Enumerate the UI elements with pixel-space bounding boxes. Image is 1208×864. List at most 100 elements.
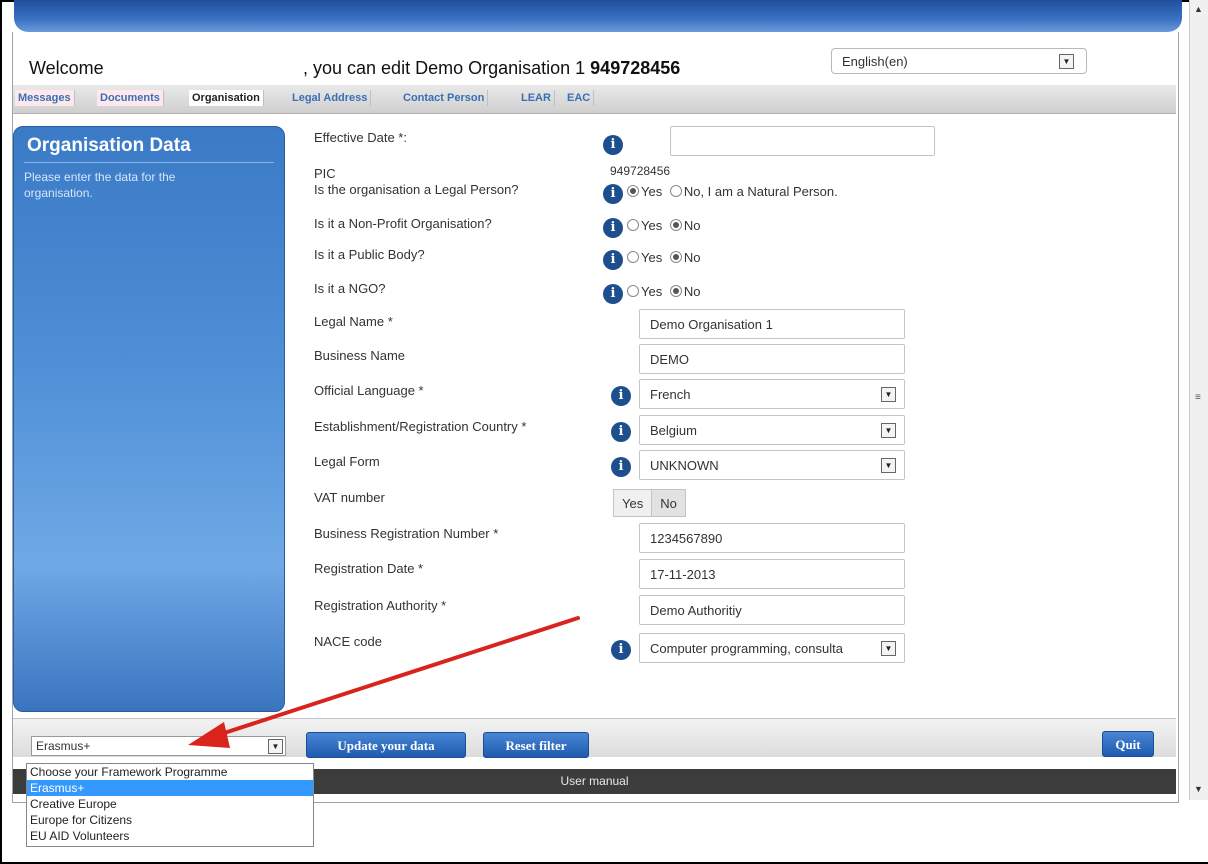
ngo-radios: Yes No xyxy=(627,284,700,299)
tab-lear[interactable]: LEAR xyxy=(518,90,555,106)
public-body-radios: Yes No xyxy=(627,250,700,265)
business-reg-number-label: Business Registration Number * xyxy=(314,526,499,541)
reset-filter-button[interactable]: Reset filter xyxy=(483,732,589,758)
chevron-down-icon[interactable]: ▼ xyxy=(1059,54,1074,69)
public-body-no-radio[interactable] xyxy=(669,251,682,263)
official-language-value: French xyxy=(650,387,691,402)
framework-option[interactable]: Creative Europe xyxy=(27,796,313,812)
registration-authority-label: Registration Authority * xyxy=(314,598,447,613)
effective-date-input[interactable] xyxy=(670,126,935,156)
public-body-yes-label: Yes xyxy=(641,250,663,265)
tab-documents[interactable]: Documents xyxy=(97,90,164,106)
nace-label: NACE code xyxy=(314,634,382,649)
ngo-no-radio[interactable] xyxy=(669,285,682,297)
business-name-label: Business Name xyxy=(314,348,406,363)
non-profit-radios: Yes No xyxy=(627,218,700,233)
legal-person-yes-radio[interactable] xyxy=(627,185,639,197)
country-select[interactable]: Belgium ▼ xyxy=(639,415,905,445)
non-profit-yes-label: Yes xyxy=(641,218,663,233)
legal-name-input[interactable]: Demo Organisation 1 xyxy=(639,309,905,339)
framework-option[interactable]: Choose your Framework Programme xyxy=(27,764,313,780)
chevron-down-icon[interactable]: ▼ xyxy=(881,458,896,473)
legal-name-label: Legal Name * xyxy=(314,314,393,329)
tab-contact-person[interactable]: Contact Person xyxy=(400,90,489,106)
top-banner xyxy=(14,0,1182,32)
chevron-down-icon[interactable]: ▼ xyxy=(881,387,896,402)
pic-value: 949728456 xyxy=(610,164,671,178)
country-label: Establishment/Registration Country * xyxy=(314,419,527,434)
chevron-down-icon[interactable]: ▼ xyxy=(881,641,896,656)
effective-date-label: Effective Date *: xyxy=(314,130,407,145)
language-value: English(en) xyxy=(842,54,908,69)
framework-programme-value: Erasmus+ xyxy=(36,739,91,753)
non-profit-no-radio[interactable] xyxy=(669,219,682,231)
nace-select[interactable]: Computer programming, consulta ▼ xyxy=(639,633,905,663)
framework-programme-select[interactable]: Erasmus+ ▼ xyxy=(31,736,286,756)
quit-button[interactable]: Quit xyxy=(1102,731,1154,757)
info-icon[interactable]: i xyxy=(603,184,623,204)
page-scrollbar[interactable]: ▲ ≡ ▼ xyxy=(1189,0,1208,800)
framework-option-selected[interactable]: Erasmus+ xyxy=(27,780,313,796)
ngo-yes-label: Yes xyxy=(641,284,663,299)
side-panel-text: Please enter the data for the organisati… xyxy=(24,170,176,200)
country-value: Belgium xyxy=(650,423,697,438)
tab-eac[interactable]: EAC xyxy=(564,90,595,106)
public-body-yes-radio[interactable] xyxy=(627,251,639,263)
legal-person-yes-label: Yes xyxy=(641,184,663,199)
side-panel: Organisation Data Please enter the data … xyxy=(13,126,285,712)
info-icon[interactable]: i xyxy=(611,386,631,406)
registration-authority-input[interactable]: Demo Authoritiy xyxy=(639,595,905,625)
info-icon[interactable]: i xyxy=(603,250,623,270)
nace-value: Computer programming, consulta xyxy=(650,641,843,656)
vat-toggle[interactable]: Yes No xyxy=(613,489,686,517)
update-data-button[interactable]: Update your data xyxy=(306,732,466,758)
non-profit-yes-radio[interactable] xyxy=(627,219,639,231)
framework-option[interactable]: Europe for Citizens xyxy=(27,812,313,828)
info-icon[interactable]: i xyxy=(603,218,623,238)
official-language-label: Official Language * xyxy=(314,383,424,398)
legal-person-radios: Yes No, I am a Natural Person. xyxy=(627,184,838,199)
framework-option[interactable]: EU AID Volunteers xyxy=(27,828,313,844)
legal-person-no-label: No, I am a Natural Person. xyxy=(683,184,838,199)
legal-form-label: Legal Form xyxy=(314,454,380,469)
chevron-down-icon[interactable]: ▼ xyxy=(268,739,283,754)
info-icon[interactable]: i xyxy=(603,284,623,304)
info-icon[interactable]: i xyxy=(611,640,631,660)
public-body-no-label: No xyxy=(683,250,701,265)
ngo-yes-radio[interactable] xyxy=(627,285,639,297)
info-icon[interactable]: i xyxy=(603,135,623,155)
edit-organisation-text: , you can edit Demo Organisation 1 94972… xyxy=(303,58,680,79)
non-profit-label: Is it a Non-Profit Organisation? xyxy=(314,216,492,231)
business-name-input[interactable]: DEMO xyxy=(639,344,905,374)
side-panel-divider xyxy=(24,162,274,163)
info-icon[interactable]: i xyxy=(611,422,631,442)
vat-yes-option[interactable]: Yes xyxy=(614,490,651,516)
non-profit-no-label: No xyxy=(683,218,701,233)
pic-label: PIC xyxy=(314,166,336,181)
scroll-up-icon[interactable]: ▲ xyxy=(1194,4,1203,14)
tab-legal-address[interactable]: Legal Address xyxy=(289,90,372,106)
legal-person-label: Is the organisation a Legal Person? xyxy=(314,182,519,197)
ngo-no-label: No xyxy=(683,284,701,299)
legal-form-value: UNKNOWN xyxy=(650,458,719,473)
scroll-grip-icon: ≡ xyxy=(1195,392,1201,403)
side-panel-title: Organisation Data xyxy=(27,135,191,156)
ngo-label: Is it a NGO? xyxy=(314,281,386,296)
legal-form-select[interactable]: UNKNOWN ▼ xyxy=(639,450,905,480)
registration-date-input[interactable]: 17-11-2013 xyxy=(639,559,905,589)
public-body-label: Is it a Public Body? xyxy=(314,247,425,262)
info-icon[interactable]: i xyxy=(611,457,631,477)
tab-organisation[interactable]: Organisation xyxy=(189,90,264,106)
business-reg-number-input[interactable]: 1234567890 xyxy=(639,523,905,553)
official-language-select[interactable]: French ▼ xyxy=(639,379,905,409)
tab-messages[interactable]: Messages xyxy=(15,90,75,106)
framework-programme-dropdown: Choose your Framework Programme Erasmus+… xyxy=(26,763,314,847)
vat-no-option[interactable]: No xyxy=(651,490,685,516)
edit-prefix: , you can edit Demo Organisation 1 xyxy=(303,58,586,78)
registration-date-label: Registration Date * xyxy=(314,561,424,576)
legal-person-no-radio[interactable] xyxy=(669,185,682,197)
scroll-down-icon[interactable]: ▼ xyxy=(1194,784,1203,794)
vat-label: VAT number xyxy=(314,490,385,505)
language-select[interactable]: English(en) ▼ xyxy=(831,48,1087,74)
chevron-down-icon[interactable]: ▼ xyxy=(881,423,896,438)
